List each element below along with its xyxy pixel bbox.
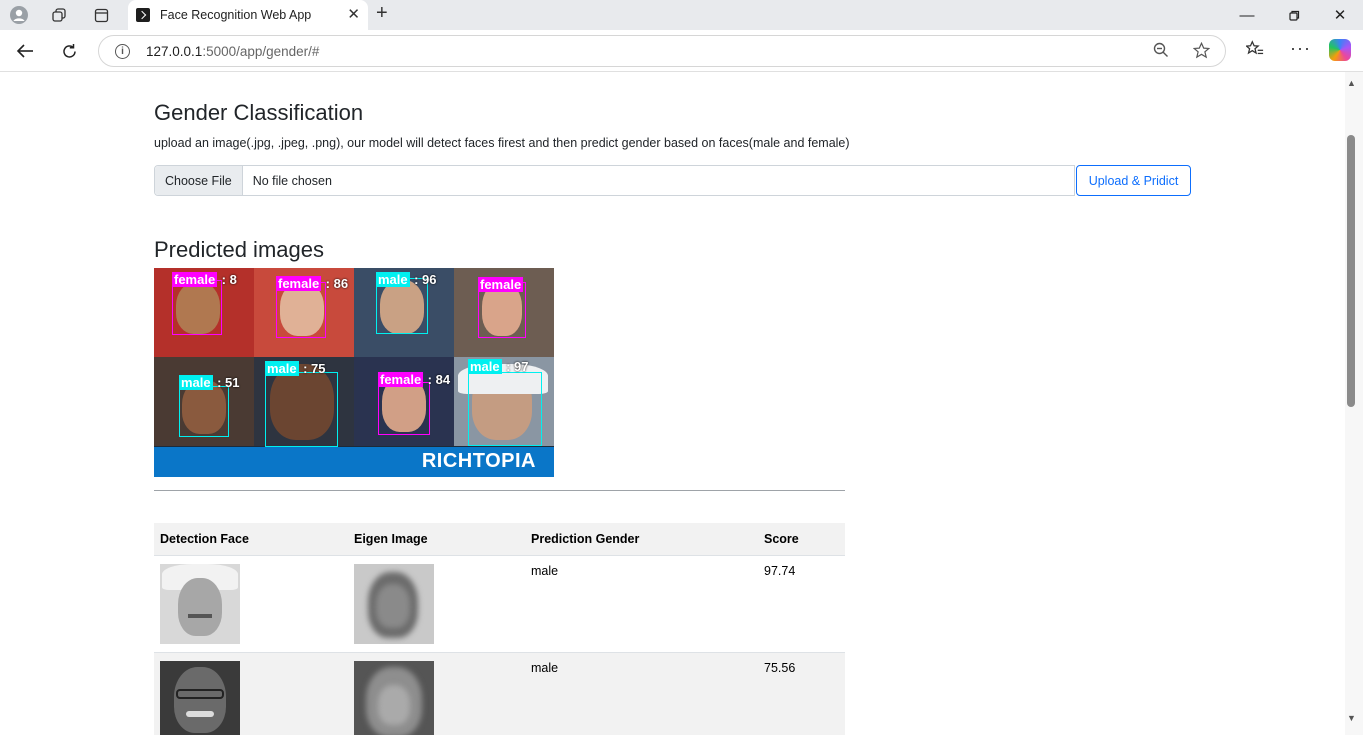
eigen-image-cell [348,652,525,735]
eigen-image [354,563,434,644]
back-icon[interactable] [11,38,39,64]
url-host: 127.0.0.1 [146,43,203,59]
reload-icon[interactable] [55,38,83,64]
table-row: male 97.74 [154,555,845,653]
divider [154,490,845,491]
prediction-label: female : 8 [172,272,237,287]
minimize-icon[interactable]: — [1224,3,1270,27]
zoom-icon[interactable] [1153,42,1169,62]
tab-title: Face Recognition Web App [160,8,312,22]
detection-box [265,372,338,447]
browser-toolbar: i 127.0.0.1:5000/app/gender/# ··· [0,30,1363,72]
close-window-icon[interactable]: ✕ [1317,3,1363,27]
predicted-image: female : 8 female : 86 male : 96 female … [154,268,554,477]
eigen-image [354,660,434,735]
predicted-images-title: Predicted images [154,237,324,262]
choose-file-button[interactable]: Choose File [155,166,243,195]
page-viewport: Gender Classification upload an image(.j… [0,72,1345,735]
detection-face-cell [154,652,348,735]
col-score: Score [758,523,845,556]
prediction-label: male : 75 [265,361,326,376]
col-detection-face: Detection Face [154,523,348,556]
favorite-star-icon[interactable] [1192,41,1211,63]
prediction-label: female [478,277,524,292]
eigen-image-cell [348,555,525,653]
profile-icon[interactable] [5,3,33,27]
prediction-label: male : 97 [468,359,529,374]
workspaces-icon[interactable] [45,3,73,27]
col-eigen-image: Eigen Image [348,523,525,556]
address-bar[interactable]: i 127.0.0.1:5000/app/gender/# [98,35,1226,67]
detection-box [378,382,430,435]
close-tab-icon[interactable]: ✕ [347,5,360,23]
scrollbar-thumb[interactable] [1347,135,1355,407]
banner-logo: RICHTOPIA [421,450,536,472]
image-banner: RICHTOPIA [154,447,554,477]
detection-face-image [160,660,240,735]
prediction-score: 97.74 [758,555,845,653]
tab-actions-icon[interactable] [87,3,115,27]
table-row: male 75.56 [154,652,845,735]
file-input[interactable]: Choose File No file chosen [154,165,1075,196]
tab-face-recognition[interactable]: Face Recognition Web App ✕ [128,0,368,30]
upload-predict-button[interactable]: Upload & Pridict [1076,165,1191,196]
detection-face-image [160,563,240,644]
copilot-icon[interactable] [1329,39,1351,61]
terminal-icon [136,8,150,22]
results-table: Detection Face Eigen Image Prediction Ge… [154,523,845,735]
new-tab-icon[interactable]: + [376,2,388,25]
col-prediction-gender: Prediction Gender [525,523,758,556]
page-title: Gender Classification [154,100,364,125]
scroll-down-arrow-icon[interactable]: ▼ [1347,713,1356,723]
prediction-label: female : 84 [378,372,451,387]
page-description: upload an image(.jpg, .jpeg, .png), our … [154,136,850,150]
detection-box [179,386,229,437]
detection-box [468,372,542,446]
file-status: No file chosen [252,173,332,188]
more-options-icon[interactable]: ··· [1290,38,1311,59]
table-header-row: Detection Face Eigen Image Prediction Ge… [154,523,845,556]
prediction-gender: male [525,652,758,735]
restore-icon[interactable] [1271,3,1317,27]
prediction-label: female : 86 [276,276,349,291]
detection-face-cell [154,555,348,653]
prediction-gender: male [525,555,758,653]
site-info-icon[interactable]: i [115,43,130,59]
prediction-label: male : 51 [179,375,240,390]
prediction-label: male : 96 [376,272,437,287]
browser-tab-bar: Face Recognition Web App ✕ + — ✕ [0,0,1363,30]
favorites-icon[interactable] [1244,40,1264,62]
scroll-up-arrow-icon[interactable]: ▲ [1347,78,1356,88]
url-path: :5000/app/gender/# [202,43,320,59]
prediction-score: 75.56 [758,652,845,735]
